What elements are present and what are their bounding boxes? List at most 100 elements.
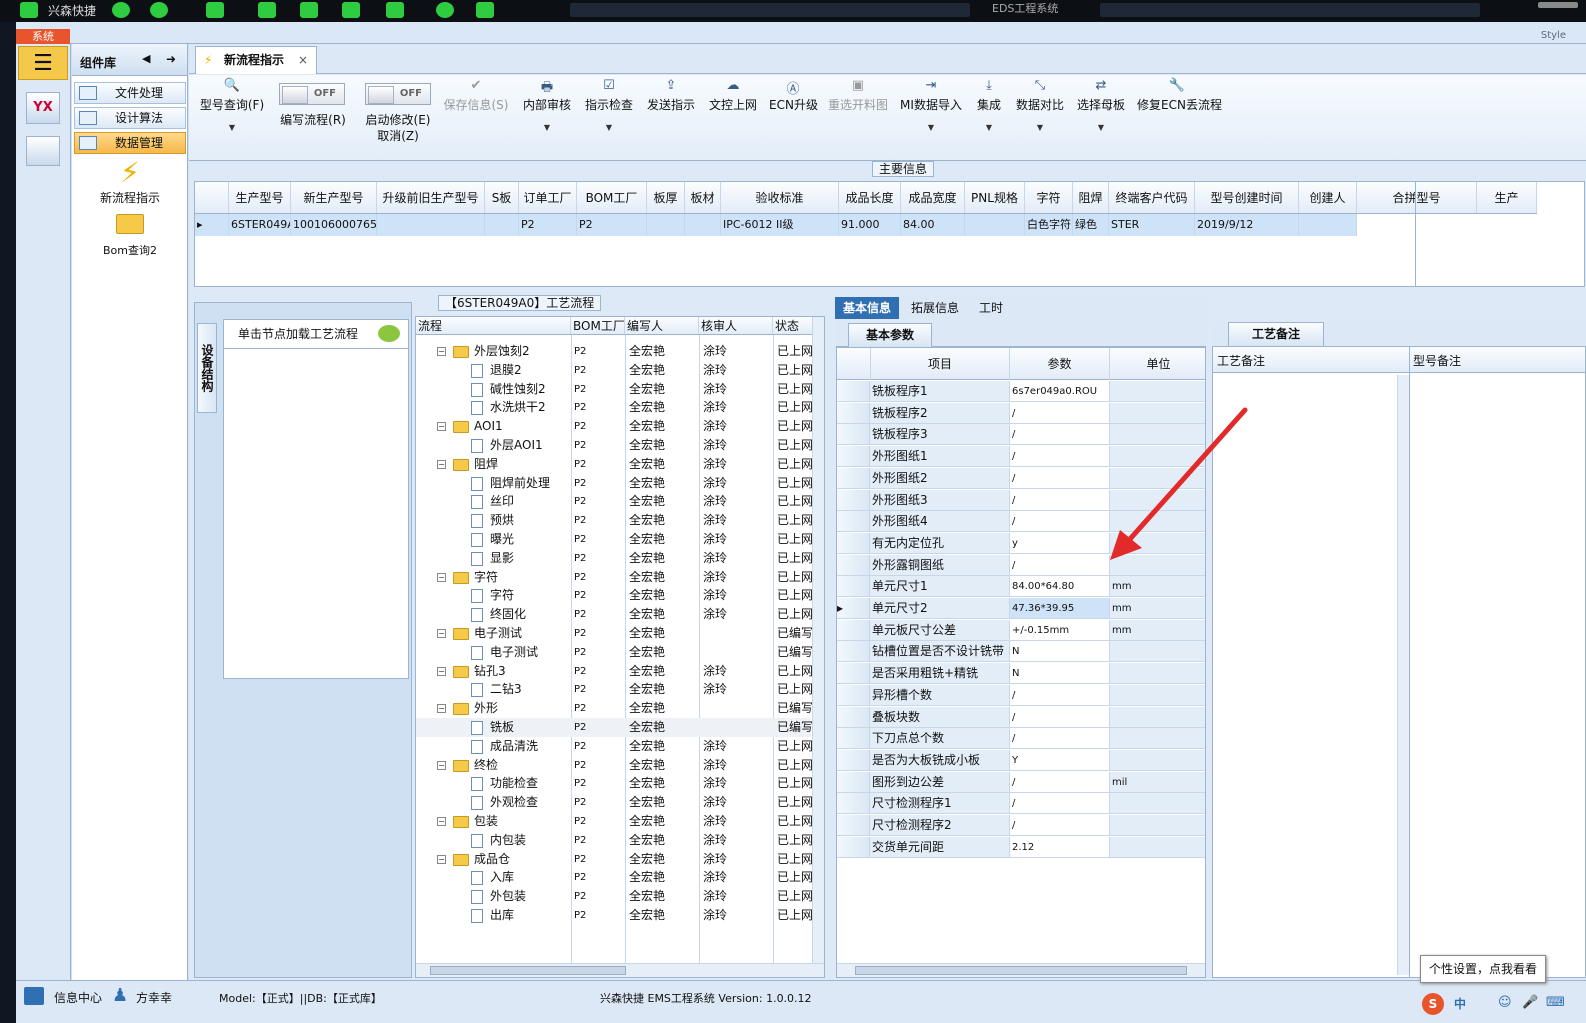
tab-basic-params[interactable]: 基本参数	[848, 323, 932, 347]
flow-row[interactable]: 成品清洗 P2 全宏艳 涂玲 已上网	[416, 737, 813, 756]
param-row[interactable]: 尺寸检测程序2/	[837, 815, 1205, 837]
collapse-icon[interactable]: −	[437, 704, 446, 714]
param-value[interactable]: 84.00*64.80	[1010, 576, 1110, 598]
flow-col[interactable]: 核审人	[699, 317, 773, 334]
repair-ecn-button[interactable]: 🔧 修复ECN丢流程	[1137, 78, 1222, 113]
row-indicator[interactable]: ▸	[195, 214, 229, 236]
globe-icon[interactable]	[150, 2, 168, 18]
param-row[interactable]: ▸ 单元尺寸2 47.36*39.95 mm	[837, 598, 1205, 620]
flow-row[interactable]: 功能检查 P2 全宏艳 涂玲 已上网	[416, 774, 813, 793]
flow-row[interactable]: 碱性蚀刻2 P2 全宏艳 涂玲 已上网	[416, 380, 813, 399]
param-value[interactable]: N	[1010, 663, 1110, 685]
main-info-col[interactable]: 阻焊	[1073, 182, 1109, 213]
param-value[interactable]: /	[1010, 793, 1110, 815]
main-info-col[interactable]: 升级前旧生产型号	[377, 182, 485, 213]
comp-item-design-algorithm[interactable]: 设计算法	[74, 107, 186, 129]
param-value[interactable]: 47.36*39.95	[1010, 598, 1110, 619]
param-value[interactable]: /	[1010, 684, 1110, 706]
emoji-icon[interactable]: ☺	[1498, 995, 1512, 1010]
close-icon[interactable]: ×	[298, 47, 308, 73]
collapse-icon[interactable]: −	[437, 572, 446, 582]
main-info-row[interactable]: ▸6STER049A010010600076560 P2P2 IPC-6012 II…	[195, 214, 1357, 236]
select-master-button[interactable]: ⇄ 选择母板 ▼	[1075, 78, 1127, 132]
main-info-col[interactable]: 板厚	[647, 182, 685, 213]
user-icon[interactable]	[436, 2, 454, 18]
start-edit-toggle[interactable]: OFF	[365, 83, 431, 105]
flow-row[interactable]: 阻焊前处理 P2 全宏艳 涂玲 已上网	[416, 474, 813, 493]
ecn-upgrade-button[interactable]: Ⓐ ECN升级	[769, 78, 818, 113]
tab-extended-info[interactable]: 拓展信息	[903, 297, 967, 319]
microphone-icon[interactable]: 🎤	[1522, 995, 1538, 1010]
param-row[interactable]: 单元板尺寸公差 +/-0.15mm mm	[837, 619, 1205, 642]
data-compare-button[interactable]: ⤡ 数据对比 ▼	[1015, 78, 1065, 132]
collapse-icon[interactable]: −	[437, 666, 446, 676]
table-icon[interactable]	[386, 2, 404, 18]
main-info-col[interactable]: 字符	[1025, 182, 1073, 213]
doc-upload-button[interactable]: ☁ 文控上网	[707, 78, 759, 113]
cancel-label[interactable]: 取消(Z)	[355, 127, 441, 144]
flow-row[interactable]: 字符 P2 全宏艳 涂玲 已上网	[416, 586, 813, 605]
flow-col[interactable]: BOM工厂	[571, 317, 625, 334]
hscroll-thumb[interactable]	[855, 966, 1187, 975]
param-value[interactable]: /	[1010, 424, 1110, 446]
param-value[interactable]: /	[1010, 728, 1110, 750]
collapse-icon[interactable]: −	[437, 817, 446, 826]
param-value[interactable]: N	[1010, 641, 1110, 663]
tab-work-hours[interactable]: 工时	[971, 297, 1011, 319]
flow-row[interactable]: − 阻焊 P2 全宏艳 涂玲 已上网	[416, 455, 813, 474]
param-row[interactable]: 叠板块数 /	[837, 706, 1205, 729]
new-flow-shortcut[interactable]: ⚡ 新流程指示	[92, 156, 168, 206]
main-info-col[interactable]: 生产	[1477, 182, 1537, 213]
ime-mode[interactable]: 中	[1454, 995, 1466, 1012]
param-row[interactable]: 钻槽位置是否不设计铣带 N	[837, 641, 1205, 663]
param-value[interactable]: 2.12	[1010, 836, 1110, 858]
main-info-col[interactable]: 合拼型号	[1357, 182, 1477, 213]
param-value[interactable]: /	[1010, 402, 1110, 424]
collapse-icon[interactable]: −	[437, 347, 446, 356]
window-controls[interactable]	[1538, 2, 1578, 8]
param-value[interactable]: Y	[1010, 749, 1110, 771]
flow-row[interactable]: 入库 P2 全宏艳 涂玲 已上网	[416, 868, 813, 887]
tab-new-flow[interactable]: ⚡ 新流程指示 ×	[195, 46, 317, 74]
param-value[interactable]: /	[1010, 815, 1110, 836]
main-info-col[interactable]: 成品宽度	[901, 182, 965, 213]
flow-row[interactable]: 出库 P2 全宏艳 涂玲 已上网	[416, 906, 813, 925]
copy-icon[interactable]	[342, 2, 360, 18]
flow-row[interactable]: 预烘 P2 全宏艳 涂玲 已上网	[416, 511, 813, 530]
menu-icon[interactable]: ☰	[18, 46, 68, 80]
flow-row[interactable]: 外包装 P2 全宏艳 涂玲 已上网	[416, 887, 813, 906]
param-value[interactable]: /	[1010, 446, 1110, 468]
param-value[interactable]: /	[1010, 467, 1110, 489]
save-icon[interactable]	[300, 2, 318, 18]
flow-row[interactable]: − 包装 P2 全宏艳 涂玲 已上网	[416, 812, 813, 831]
flow-row[interactable]: 外观检查 P2 全宏艳 涂玲 已上网	[416, 793, 813, 812]
param-row[interactable]: 单元尺寸1 84.00*64.80 mm	[837, 576, 1205, 598]
tab-basic-info[interactable]: 基本信息	[835, 297, 900, 319]
main-info-col[interactable]: 板材	[685, 182, 721, 213]
param-value[interactable]: /	[1010, 511, 1110, 533]
calculator-icon[interactable]	[26, 136, 60, 166]
flow-row[interactable]: 外层AOI1 P2 全宏艳 涂玲 已上网	[416, 436, 813, 455]
save-info-button[interactable]: ✔ 保存信息(S)	[443, 78, 509, 113]
param-row[interactable]: 是否为大板铣成小板 Y	[837, 749, 1205, 772]
send-instruction-button[interactable]: ⇪ 发送指示	[645, 78, 697, 113]
main-info-col[interactable]: BOM工厂	[577, 182, 647, 213]
internal-review-button[interactable]: 🖶 内部审核 ▼	[521, 78, 573, 132]
flow-row[interactable]: − 钻孔3 P2 全宏艳 涂玲 已上网	[416, 662, 813, 681]
pin-icon[interactable]: ➜	[166, 52, 176, 66]
collapse-icon[interactable]: −	[437, 422, 446, 432]
tab-process-remarks[interactable]: 工艺备注	[1228, 322, 1324, 346]
param-row[interactable]: 下刀点总个数 /	[837, 728, 1205, 750]
hscroll-thumb[interactable]	[430, 966, 626, 975]
mi-import-button[interactable]: ⇥ MI数据导入 ▼	[899, 78, 963, 132]
model-query-button[interactable]: 🔍 型号查询(F) ▼	[197, 78, 267, 132]
flow-row[interactable]: 水洗烘干2 P2 全宏艳 涂玲 已上网	[416, 398, 813, 417]
collapse-icon[interactable]: −	[437, 459, 446, 469]
flow-row[interactable]: − 外形 P2 全宏艳 已编写	[416, 699, 813, 718]
info-center-link[interactable]: 信息中心	[54, 989, 102, 1006]
flow-row[interactable]: 终固化 P2 全宏艳 涂玲 已上网	[416, 605, 813, 624]
main-info-col[interactable]: 终端客户代码	[1109, 182, 1195, 213]
flow-col[interactable]: 编写人	[625, 317, 699, 334]
comp-item-file-processing[interactable]: 文件处理	[74, 82, 186, 104]
flow-row[interactable]: − 电子测试 P2 全宏艳 已编写	[416, 624, 813, 643]
